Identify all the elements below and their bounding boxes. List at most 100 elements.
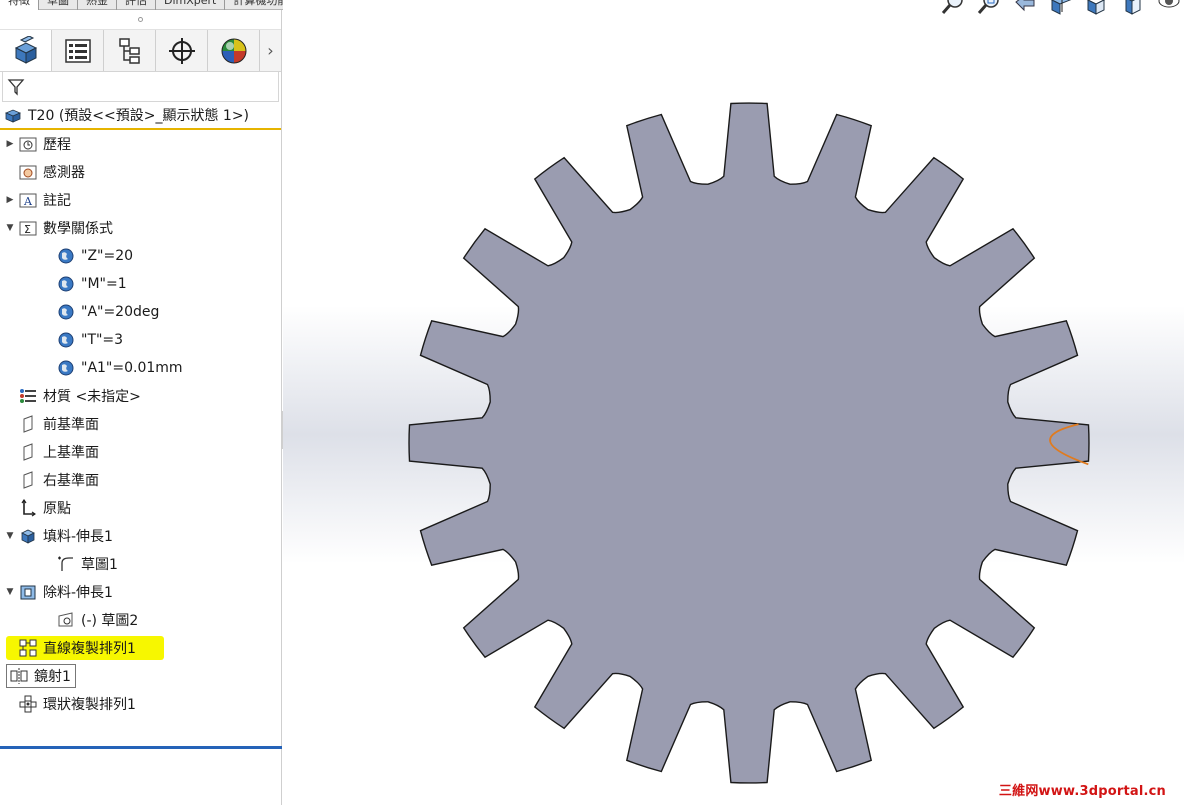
tab-dimxpertmanager[interactable] (156, 30, 208, 71)
ribbon-tab[interactable]: DimXpert (156, 0, 226, 10)
tree-item-equation-z[interactable]: "Z"=20 (0, 242, 281, 270)
history-folder-icon (18, 134, 38, 154)
ribbon-tab[interactable]: 評估 (117, 0, 156, 10)
graphics-area[interactable]: 三維网www.3dportal.cn (283, 0, 1184, 805)
origin-icon (18, 498, 38, 518)
filter-icon (7, 78, 25, 96)
sensor-icon (18, 162, 38, 182)
tree-item-material[interactable]: 材質 <未指定> (0, 382, 281, 410)
tree-item-right-plane[interactable]: 右基準面 (0, 466, 281, 494)
tree-item-label: "A1"=0.01mm (81, 360, 183, 376)
feature-tree: ▶ 歷程 感測器 ▶ A 註記 ▼ Σ 數學關係式 "Z"=20 "M"=1 "… (0, 130, 282, 749)
tree-item-equations[interactable]: ▼ Σ 數學關係式 (0, 214, 281, 242)
tree-item-mirror[interactable]: 鏡射1 (0, 662, 281, 690)
expand-arrow-icon[interactable]: ▶ (2, 195, 18, 205)
sketch-icon (56, 610, 76, 630)
tree-item-label: 感測器 (43, 165, 85, 181)
part-icon (4, 109, 22, 123)
rollback-bar[interactable] (0, 746, 282, 749)
tree-item-label: 數學關係式 (43, 221, 113, 237)
ribbon-tab[interactable]: 特徵 (0, 0, 39, 10)
tree-item-equation-m[interactable]: "M"=1 (0, 270, 281, 298)
boss-extrude-icon (18, 526, 38, 546)
plane-icon (18, 442, 38, 462)
globe-icon (56, 274, 76, 294)
tree-item-circular-pattern[interactable]: 環狀複製排列1 (0, 690, 281, 718)
tree-item-cut-extrude[interactable]: ▼ 除料-伸長1 (0, 578, 281, 606)
part-root-label: T20 (預設<<預設>_顯示狀態 1>) (28, 108, 250, 124)
tree-item-label: 直線複製排列1 (43, 641, 136, 657)
appearance-sphere-icon (221, 38, 246, 63)
tree-item-label: "Z"=20 (81, 248, 134, 264)
ribbon-tab[interactable]: 草圖 (39, 0, 78, 10)
globe-icon (56, 302, 76, 322)
feature-manager-panel: › T20 (預設<<預設>_顯示狀態 1>) ▶ 歷程 感測器 ▶ A 註記 … (0, 10, 282, 805)
configuration-tree-icon (118, 37, 140, 64)
part-root-node[interactable]: T20 (預設<<預設>_顯示狀態 1>) (0, 102, 281, 130)
tree-filter[interactable] (2, 72, 279, 102)
plane-icon (18, 414, 38, 434)
tree-item-label: (-) 草圖2 (81, 613, 139, 629)
tree-item-sensors[interactable]: 感測器 (0, 158, 281, 186)
tab-displaymanager[interactable] (208, 30, 260, 71)
tree-item-origin[interactable]: 原點 (0, 494, 281, 522)
collapse-arrow-icon[interactable]: ▼ (2, 223, 18, 233)
annotation-icon: A (18, 190, 38, 210)
tree-item-annotations[interactable]: ▶ A 註記 (0, 186, 281, 214)
crosshair-icon (168, 37, 195, 64)
manager-tabs: › (0, 30, 281, 72)
tree-item-label: "M"=1 (81, 276, 127, 292)
tree-item-label: 原點 (43, 501, 71, 517)
tree-item-front-plane[interactable]: 前基準面 (0, 410, 281, 438)
sketch-icon (56, 554, 76, 574)
tree-item-label: 填料-伸長1 (43, 529, 113, 545)
tree-item-boss-extrude[interactable]: ▼ 填料-伸長1 (0, 522, 281, 550)
solidworks-window: 特徵草圖熟金評估DimXpert計算機功能表SOLIDWORKS 附加程式 (0, 0, 1184, 805)
tab-configurationmanager[interactable] (104, 30, 156, 71)
tree-item-equation-a[interactable]: "A"=20deg (0, 298, 281, 326)
tree-item-history[interactable]: ▶ 歷程 (0, 130, 281, 158)
tree-item-sketch2[interactable]: (-) 草圖2 (0, 606, 281, 634)
tree-item-equation-a1[interactable]: "A1"=0.01mm (0, 354, 281, 382)
tab-featuremanager[interactable] (0, 30, 52, 71)
collapse-arrow-icon[interactable]: ▼ (2, 531, 18, 541)
svg-text:A: A (23, 195, 33, 208)
linear-pattern-icon (18, 638, 38, 658)
tree-item-top-plane[interactable]: 上基準面 (0, 438, 281, 466)
tree-item-label: 材質 <未指定> (43, 389, 141, 405)
plane-icon (18, 470, 38, 490)
globe-icon (56, 358, 76, 378)
tree-item-equation-t[interactable]: "T"=3 (0, 326, 281, 354)
tree-item-label: 環狀複製排列1 (43, 697, 136, 713)
tree-item-linear-pattern[interactable]: 直線複製排列1 (0, 634, 281, 662)
collapse-arrow-icon[interactable]: ▼ (2, 587, 18, 597)
tree-item-label: 鏡射1 (34, 669, 71, 685)
selection-box: 鏡射1 (6, 664, 76, 688)
svg-text:Σ: Σ (24, 223, 31, 236)
tree-item-label: 前基準面 (43, 417, 99, 433)
tab-propertymanager[interactable] (52, 30, 104, 71)
expand-arrow-icon[interactable]: ▶ (2, 139, 18, 149)
globe-icon (56, 330, 76, 350)
mirror-icon (9, 666, 29, 686)
tree-item-label: "T"=3 (81, 332, 124, 348)
gear-model[interactable] (283, 0, 1184, 805)
tree-item-label: 註記 (43, 193, 71, 209)
part-icon (14, 35, 37, 64)
cut-extrude-icon (18, 582, 38, 602)
globe-icon (56, 246, 76, 266)
material-icon (18, 386, 38, 406)
property-list-icon (64, 38, 91, 63)
gear-body[interactable] (408, 102, 1090, 784)
panel-grip[interactable] (0, 10, 281, 30)
tree-item-label: 草圖1 (81, 557, 118, 573)
tree-item-sketch1[interactable]: 草圖1 (0, 550, 281, 578)
tree-item-label: "A"=20deg (81, 304, 160, 320)
sigma-icon: Σ (18, 218, 38, 238)
tree-item-label: 除料-伸長1 (43, 585, 113, 601)
tabs-scroll-right-icon[interactable]: › (260, 30, 281, 71)
ribbon-tab[interactable]: 熟金 (78, 0, 117, 10)
tree-item-label: 右基準面 (43, 473, 99, 489)
watermark-text: 三維网www.3dportal.cn (998, 784, 1166, 799)
tree-item-label: 歷程 (43, 137, 71, 153)
